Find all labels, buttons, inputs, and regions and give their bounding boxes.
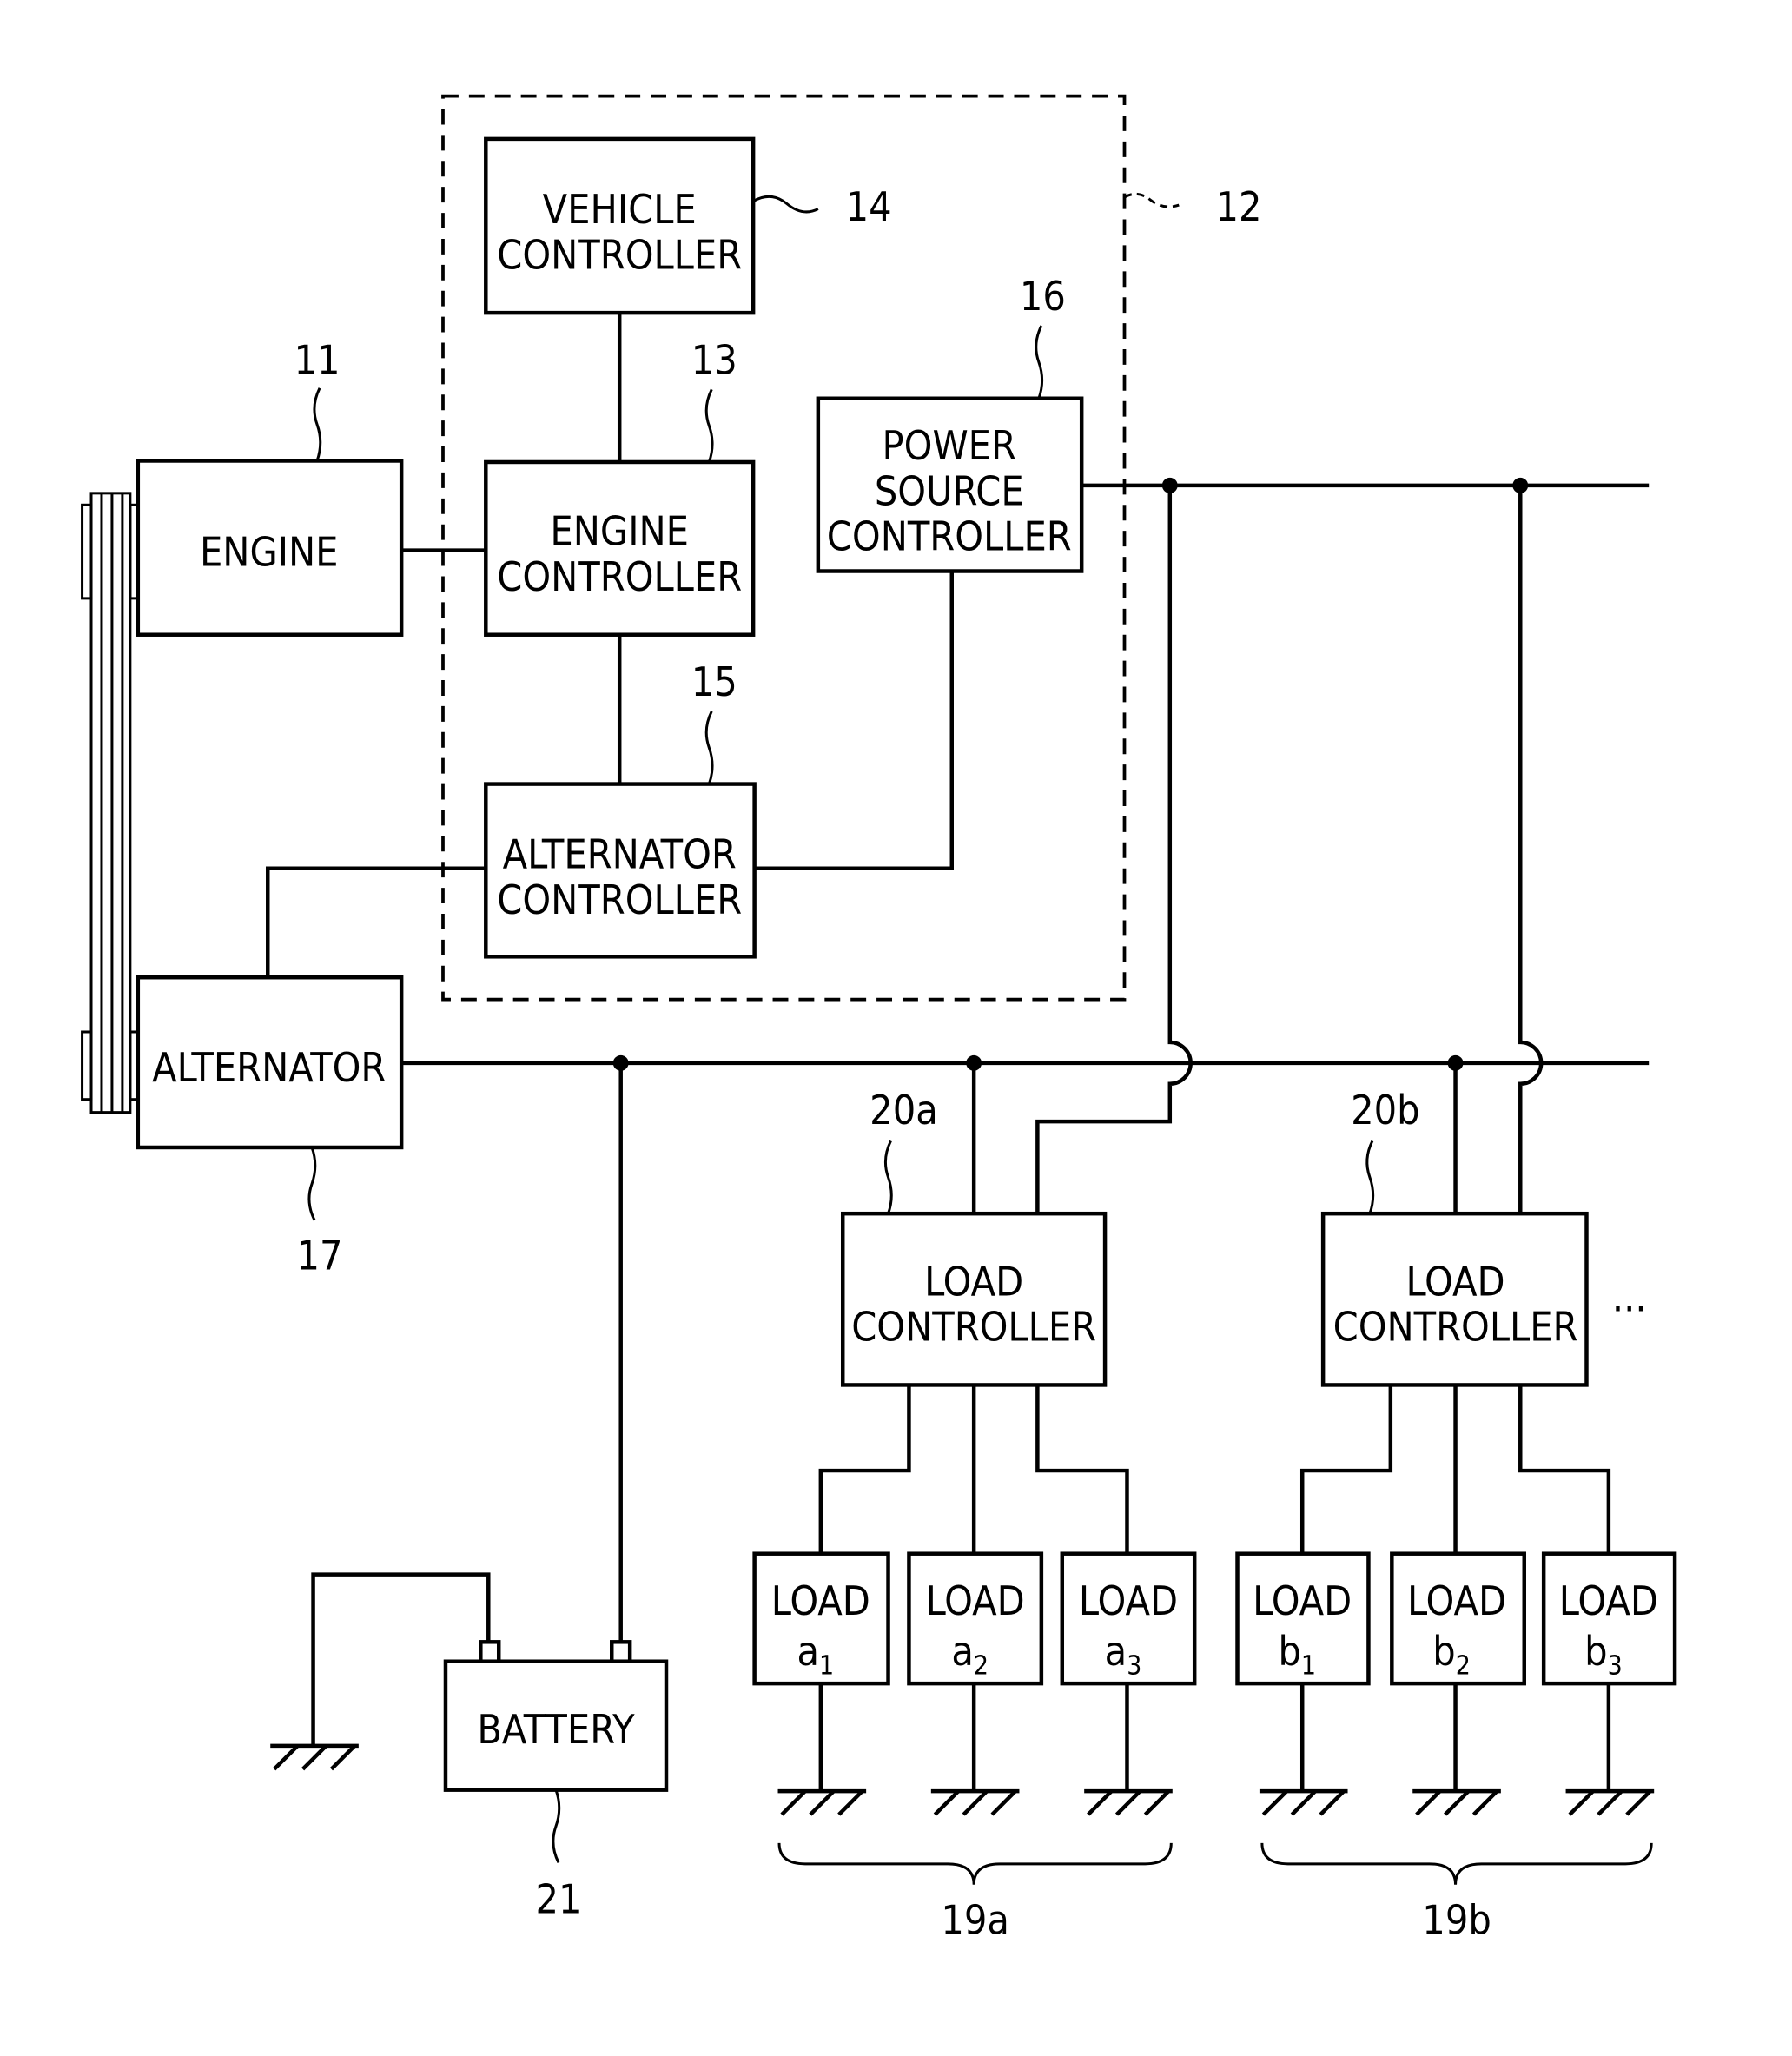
load-a1-letter: a — [797, 1628, 820, 1675]
junction-dot — [612, 1054, 629, 1071]
ground-icon — [930, 1788, 1020, 1816]
vehicle-controller-block: VEHICLE CONTROLLER 14 — [484, 136, 892, 315]
load-controller-b-label-2: CONTROLLER — [1333, 1304, 1578, 1351]
load-b2-block: LOAD b2 — [1390, 1551, 1526, 1686]
ref-19a: 19a — [941, 1897, 1009, 1944]
system-block-diagram: 12 VEHICLE CONTROLLER 14 ENGINE 11 ENGIN… — [81, 94, 1677, 1944]
load-b2-label: LOAD — [1407, 1577, 1506, 1624]
leader-17 — [307, 1147, 317, 1221]
leader-21 — [552, 1789, 561, 1864]
ref-15: 15 — [691, 658, 737, 705]
power-source-controller-block: POWER SOURCE CONTROLLER 16 — [816, 273, 1084, 573]
ref-12: 12 — [1215, 183, 1261, 230]
load-a1-label: LOAD — [771, 1577, 870, 1624]
ground-icon — [777, 1788, 867, 1816]
ground-icon — [270, 1743, 359, 1771]
junction-dot — [1447, 1054, 1464, 1071]
load-b3-label: LOAD — [1559, 1577, 1658, 1624]
load-a1-index: 1 — [819, 1651, 834, 1682]
load-b1-letter: b — [1278, 1628, 1300, 1675]
ground-icon — [1412, 1788, 1501, 1816]
alternator-controller-label-1: ALTERNATOR — [503, 831, 737, 878]
ground-icon — [1259, 1788, 1348, 1816]
power-source-controller-label-1: POWER — [883, 422, 1016, 469]
load-a3-index: 3 — [1127, 1651, 1141, 1682]
junction-dot — [1161, 477, 1178, 493]
brace-19a — [777, 1842, 1173, 1885]
engine-label: ENGINE — [200, 529, 339, 576]
leader-16 — [1035, 325, 1044, 400]
brace-19b — [1260, 1842, 1653, 1885]
continuation-ellipsis: ... — [1612, 1273, 1647, 1320]
ref-17: 17 — [297, 1232, 343, 1279]
vehicle-controller-label-1: VEHICLE — [543, 186, 697, 233]
load-b2-index: 2 — [1456, 1651, 1471, 1682]
load-controller-b-label-1: LOAD — [1405, 1258, 1504, 1305]
load-b2-letter: b — [1432, 1628, 1455, 1675]
battery-block: BATTERY 21 — [443, 1640, 669, 1923]
load-a3-label: LOAD — [1079, 1577, 1178, 1624]
ground-icon — [1084, 1788, 1173, 1816]
load-a2-block: LOAD a2 — [907, 1551, 1044, 1686]
junction-dot — [966, 1054, 982, 1071]
load-controller-a-label-2: CONTROLLER — [851, 1304, 1096, 1351]
junction-dot — [1512, 477, 1529, 493]
load-a1-block: LOAD a1 — [752, 1551, 890, 1686]
leader-12 — [1123, 192, 1180, 208]
load-b1-label: LOAD — [1253, 1577, 1352, 1624]
ref-20b: 20b — [1351, 1087, 1419, 1134]
drive-belt — [81, 492, 140, 1114]
leader-13 — [704, 388, 714, 463]
load-b1-block: LOAD b1 — [1235, 1551, 1371, 1686]
leader-20b — [1365, 1140, 1375, 1214]
leader-14 — [752, 195, 819, 214]
load-b1-index: 1 — [1301, 1651, 1316, 1682]
battery-label: BATTERY — [477, 1706, 635, 1753]
leader-20a — [883, 1140, 893, 1214]
leader-15 — [704, 711, 714, 785]
ref-19b: 19b — [1422, 1897, 1491, 1944]
ref-14: 14 — [846, 183, 892, 230]
ref-20a: 20a — [870, 1087, 938, 1134]
alternator-controller-label-2: CONTROLLER — [497, 876, 742, 923]
power-source-controller-label-2: SOURCE — [875, 467, 1024, 514]
alternator-label: ALTERNATOR — [152, 1044, 386, 1091]
ref-21: 21 — [535, 1876, 581, 1923]
load-a2-letter: a — [951, 1628, 974, 1675]
load-a2-label: LOAD — [926, 1577, 1025, 1624]
load-a2-index: 2 — [974, 1651, 989, 1682]
leader-11 — [313, 387, 322, 461]
engine-controller-label-1: ENGINE — [550, 508, 689, 555]
engine-controller-label-2: CONTROLLER — [497, 553, 742, 600]
load-a3-letter: a — [1105, 1628, 1127, 1675]
ground-icon — [1565, 1788, 1655, 1816]
load-b3-block: LOAD b3 — [1541, 1551, 1677, 1686]
ref-16: 16 — [1020, 273, 1066, 320]
load-b3-letter: b — [1584, 1628, 1607, 1675]
alternator-block: ALTERNATOR 17 — [136, 975, 404, 1279]
engine-block: ENGINE 11 — [136, 336, 404, 637]
load-a3-block: LOAD a3 — [1060, 1551, 1197, 1686]
load-b3-index: 3 — [1608, 1651, 1623, 1682]
ref-11: 11 — [294, 336, 341, 383]
power-source-controller-label-3: CONTROLLER — [827, 513, 1072, 560]
load-controller-a-label-1: LOAD — [924, 1258, 1023, 1305]
ref-13: 13 — [691, 336, 737, 383]
vehicle-controller-label-2: CONTROLLER — [497, 231, 742, 278]
